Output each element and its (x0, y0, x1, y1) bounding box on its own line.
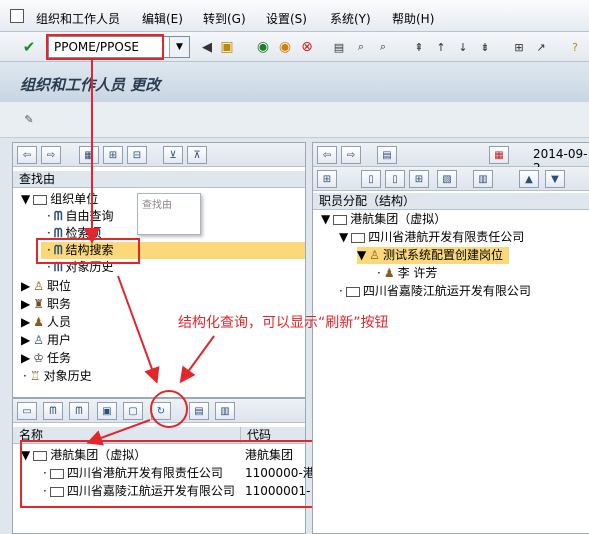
arrow-to-refresh (117, 275, 160, 384)
arrow-to-results (86, 419, 151, 446)
arrow-from-note (179, 335, 215, 384)
annotation-arrows (84, 60, 215, 446)
